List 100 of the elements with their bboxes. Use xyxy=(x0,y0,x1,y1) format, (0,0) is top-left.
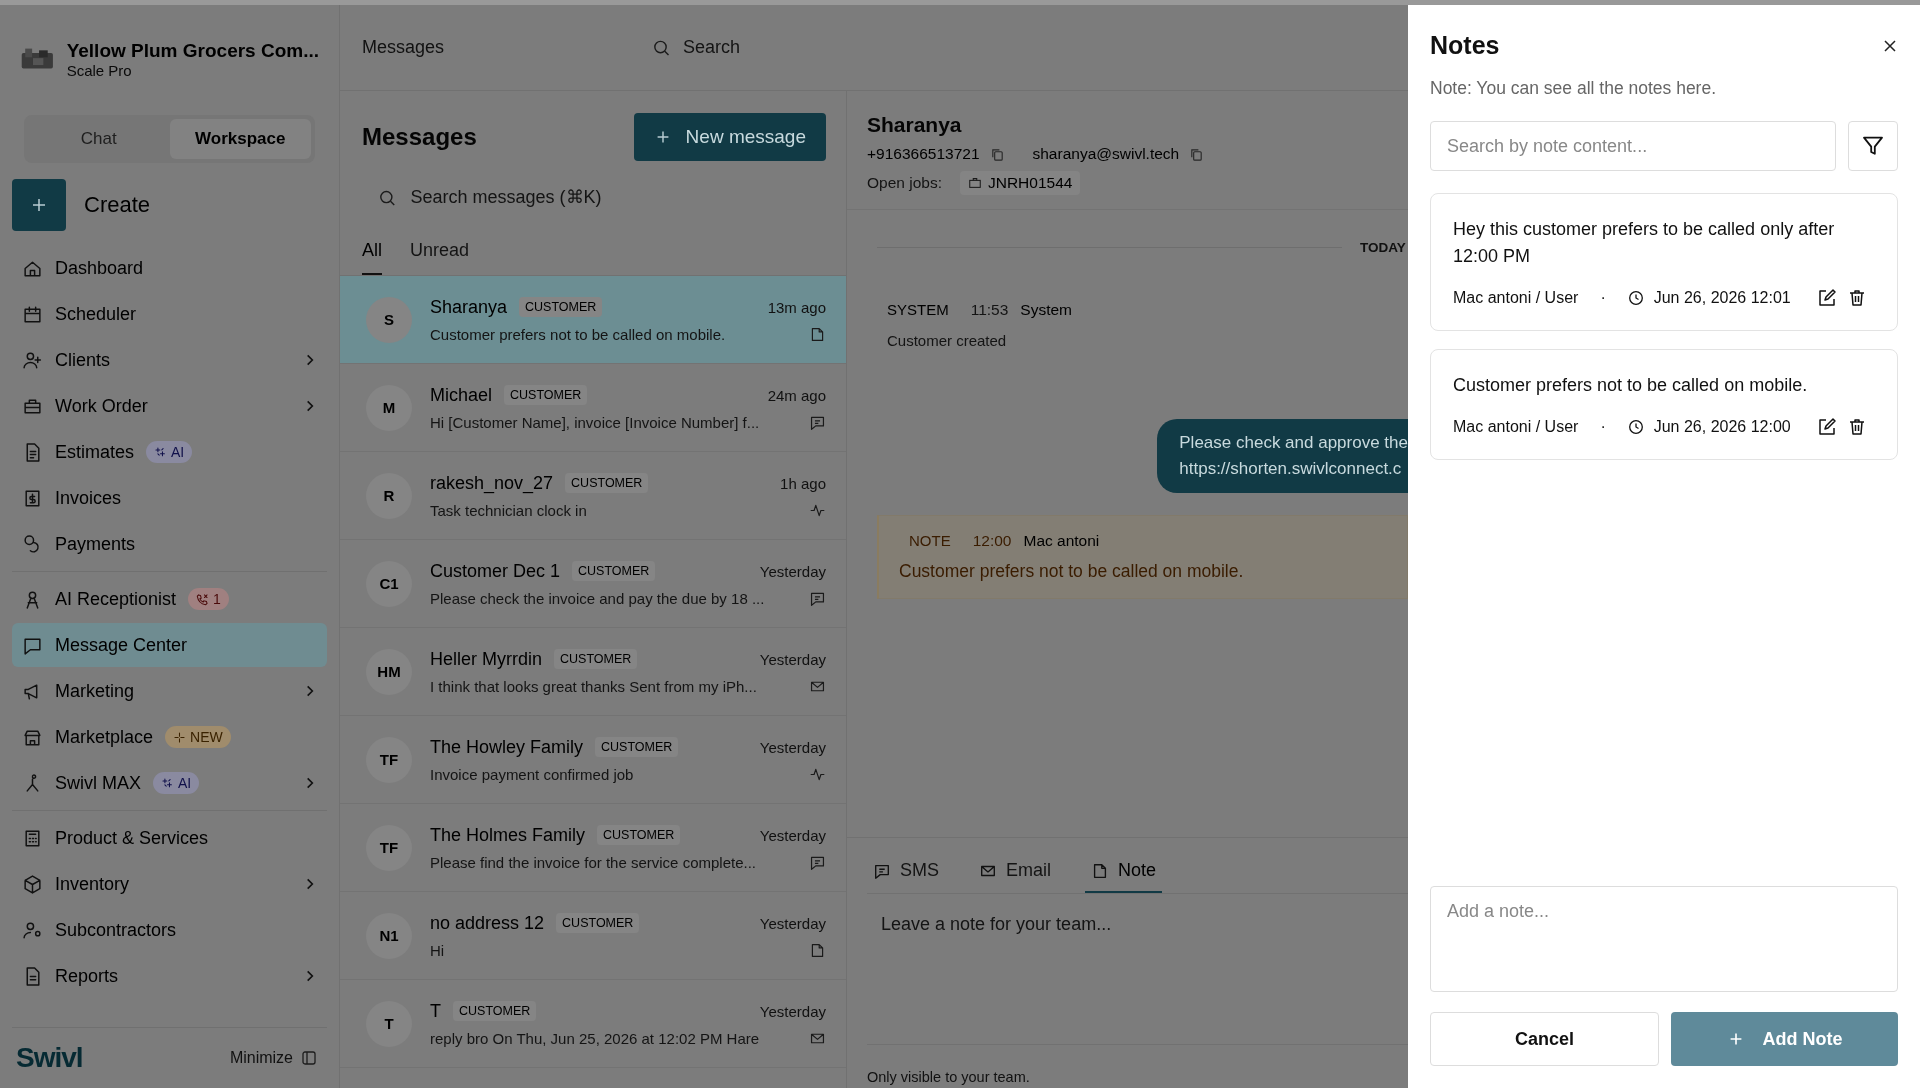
day-divider: TODAY xyxy=(1360,240,1407,255)
phone-icon xyxy=(196,592,210,606)
copy-icon[interactable] xyxy=(1189,146,1205,162)
note-date: Jun 26, 2026 12:01 xyxy=(1653,289,1791,307)
nav-item[interactable]: Swivl MAX AI xyxy=(12,761,327,805)
separator-dot: · xyxy=(1600,289,1606,307)
message-preview: Please check the invoice and pay the due by 18 ... xyxy=(430,589,766,607)
event-time: 11:53 xyxy=(970,300,1009,319)
filter-button[interactable] xyxy=(1848,121,1898,171)
customer-tag: CUSTOMER xyxy=(597,825,681,845)
note-date: Jun 26, 2026 12:00 xyxy=(1653,418,1791,436)
badge-label: 1 xyxy=(213,591,221,607)
message-time: 24m ago xyxy=(767,386,826,404)
avatar: TF xyxy=(366,824,412,871)
message-search-field[interactable]: Search messages (⌘K) xyxy=(410,183,826,212)
sparkle-icon xyxy=(161,776,174,790)
badge-label: AI xyxy=(178,775,192,791)
composer-tab[interactable]: Email xyxy=(973,852,1058,893)
nav-item[interactable]: Payments xyxy=(12,522,327,566)
email-address: sharanya@swivl.tech xyxy=(1032,145,1180,163)
nav-item[interactable]: Work Order xyxy=(12,384,327,428)
nav-item[interactable]: Marketing xyxy=(12,669,327,713)
contact-name: Sharanya xyxy=(430,296,508,318)
message-preview: reply bro On Thu, Jun 25, 2026 at 12:02 PM Hare xyxy=(430,1029,761,1047)
nav-item[interactable]: Message Center xyxy=(12,623,327,667)
avatar: R xyxy=(366,472,412,519)
brand-logo: Swivl xyxy=(16,1042,83,1074)
note-text: Customer prefers not to be called on mobile. xyxy=(1453,374,1809,397)
nav-item[interactable]: Reports xyxy=(12,954,327,998)
contact-name: Michael xyxy=(430,384,493,406)
message-preview: Task technician clock in xyxy=(430,501,588,519)
box-icon xyxy=(22,873,43,895)
composer-tab[interactable]: SMS xyxy=(867,852,945,893)
composer-tab[interactable]: Note xyxy=(1085,852,1163,893)
message-time: Yesterday xyxy=(759,562,826,580)
create-label: Create xyxy=(84,192,151,218)
conversation-item[interactable]: S Sharanya CUSTOMER 13m ago Customer prefers not to be called on mobile. xyxy=(340,276,846,364)
customer-tag: CUSTOMER xyxy=(556,913,640,933)
copy-icon[interactable] xyxy=(989,146,1005,162)
note-input-field[interactable]: Leave a note for your team... xyxy=(867,894,1408,1045)
message-preview: Invoice payment confirmed job xyxy=(430,765,635,783)
message-preview: Hi xyxy=(430,941,446,959)
global-search-field[interactable]: Search xyxy=(682,33,1212,62)
message-preview: Please find the invoice for the service complete... xyxy=(430,853,757,871)
phone-number: +916366513721 xyxy=(867,145,980,163)
calculator-icon xyxy=(22,827,43,849)
customer-tag: CUSTOMER xyxy=(595,737,679,757)
delete-icon[interactable] xyxy=(1847,417,1867,437)
nav-item[interactable]: Inventory xyxy=(12,862,327,906)
nav-item[interactable]: Invoices xyxy=(12,476,327,520)
calendar-icon xyxy=(22,303,43,325)
message-time: Yesterday xyxy=(759,738,826,756)
event-time: 12:00 xyxy=(972,531,1012,550)
contact-name: rakesh_nov_27 xyxy=(430,472,554,494)
event-text: Customer created xyxy=(886,332,1008,349)
new-message-button[interactable]: New message xyxy=(633,113,826,161)
nav-item[interactable]: Marketplace NEW xyxy=(12,715,327,759)
delete-icon[interactable] xyxy=(1847,288,1867,308)
customer-tag: CUSTOMER xyxy=(554,649,638,669)
cancel-button[interactable]: Cancel xyxy=(1430,1012,1659,1066)
avatar: TF xyxy=(366,736,412,783)
avatar: N1 xyxy=(366,912,412,959)
note-search-field[interactable]: Search by note content... xyxy=(1430,121,1836,171)
panel-title: Messages xyxy=(362,123,477,151)
message-time: Yesterday xyxy=(759,1002,826,1020)
drawer-title: Notes xyxy=(1430,31,1500,60)
note-text: Customer prefers not to be called on mobile. xyxy=(899,561,1245,582)
close-icon[interactable] xyxy=(1882,37,1898,54)
minimize-button[interactable]: Minimize xyxy=(223,1048,323,1068)
mode-tab[interactable]: Chat xyxy=(28,119,170,159)
nav-item[interactable]: Dashboard xyxy=(12,246,327,290)
invoice-icon xyxy=(22,487,43,509)
nav-item[interactable]: Clients xyxy=(12,338,327,382)
edit-icon[interactable] xyxy=(1817,288,1837,308)
avatar: T xyxy=(366,1000,412,1047)
edit-icon[interactable] xyxy=(1817,417,1837,437)
badge-label: NEW xyxy=(190,729,223,745)
message-time: Yesterday xyxy=(759,826,826,844)
badge-label: AI xyxy=(171,444,185,460)
add-note-field[interactable]: Add a note... xyxy=(1430,886,1898,992)
customer-tag: CUSTOMER xyxy=(519,297,603,317)
clock-icon xyxy=(1627,419,1644,435)
customer-tag: CUSTOMER xyxy=(572,561,656,581)
nav-item[interactable]: Product & Services xyxy=(12,816,327,860)
customer-tag: CUSTOMER xyxy=(504,385,588,405)
message-time: 13m ago xyxy=(767,298,826,316)
nav-item[interactable]: AI Receptionist 1 xyxy=(12,577,327,621)
filter-tab[interactable]: Unread xyxy=(410,232,470,275)
contact-name: Sharanya xyxy=(867,113,963,137)
message-preview: Hi [Customer Name], invoice [Invoice Number] f... xyxy=(430,413,761,431)
drawer-subtitle: Note: You can see all the notes here. xyxy=(1430,78,1718,99)
nav-item[interactable]: Scheduler xyxy=(12,292,327,336)
message-text: https://shorten.swivlconnect.c xyxy=(1179,459,1403,479)
nav-item[interactable]: Subcontractors xyxy=(12,908,327,952)
nav-item[interactable]: Estimates AI xyxy=(12,430,327,474)
job-chip[interactable]: JNRH01544 xyxy=(959,171,1081,195)
mode-tab[interactable]: Workspace xyxy=(169,119,311,159)
visibility-hint: Only visible to your team. xyxy=(867,1069,1031,1085)
avatar: HM xyxy=(366,648,412,695)
contact-name: Customer Dec 1 xyxy=(430,560,561,582)
